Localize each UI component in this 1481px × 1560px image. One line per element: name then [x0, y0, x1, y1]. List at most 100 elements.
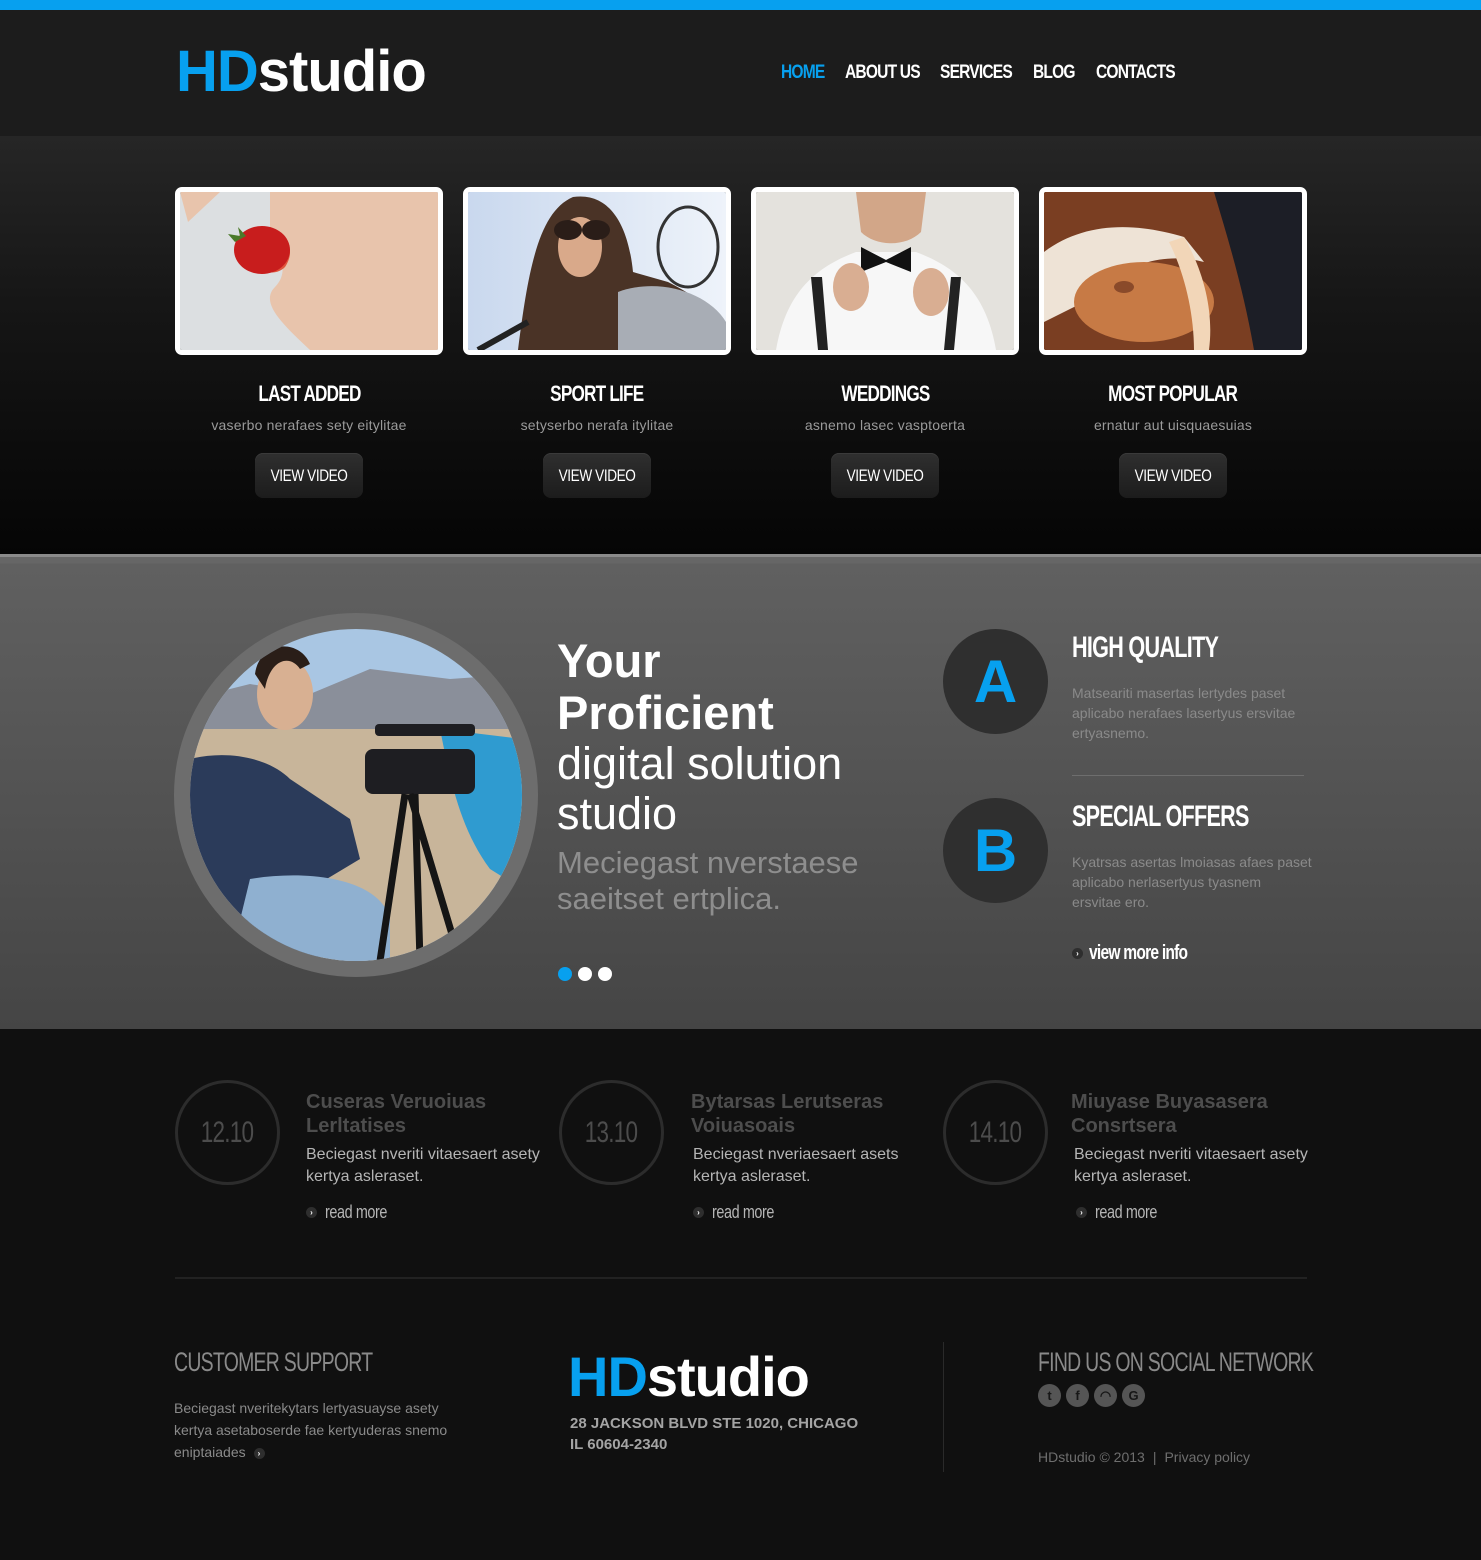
card-subtitle: vaserbo nerafaes sety eitylitae: [211, 417, 407, 433]
tennis-player-photo: [468, 192, 726, 350]
card-title: WEDDINGS: [840, 381, 930, 406]
rss-icon[interactable]: ◠: [1094, 1384, 1117, 1407]
card-title: MOST POPULAR: [1108, 381, 1239, 406]
nav-contacts[interactable]: CONTACTS: [1096, 62, 1176, 84]
sunlit-body-photo: [1044, 192, 1302, 350]
news-date: 12.10: [175, 1080, 280, 1185]
view-more-info-label: view more info: [1089, 942, 1188, 964]
chevron-right-icon: ›: [1076, 1207, 1087, 1218]
social-links: t f ◠ G: [1038, 1384, 1145, 1407]
gallery-card: WEDDINGS asnemo lasec vasptoerta VIEW VI…: [751, 187, 1019, 498]
hero-text: Your Proficient digital solution studio …: [557, 635, 917, 917]
view-video-button[interactable]: VIEW VIDEO: [831, 453, 939, 498]
news-description: Beciegast nveriaesaert asets kertya asle…: [693, 1146, 899, 1185]
card-subtitle: setyserbo nerafa itylitae: [520, 417, 674, 433]
logo-prefix: HD: [568, 1345, 648, 1408]
top-accent-bar: [0, 0, 1481, 10]
view-video-label: VIEW VIDEO: [846, 466, 924, 485]
chevron-right-icon: ›: [306, 1207, 317, 1218]
address-line-1: 28 JACKSON BLVD STE 1020, CHICAGO: [570, 1415, 859, 1432]
social-title: FIND US ON SOCIAL NETWORK: [1038, 1347, 1314, 1377]
read-more-link[interactable]: › read more: [306, 1202, 403, 1223]
view-video-button[interactable]: VIEW VIDEO: [255, 453, 363, 498]
hero-heading-line: Proficient: [557, 686, 774, 739]
customer-support-title: CUSTOMER SUPPORT: [174, 1347, 373, 1377]
nav-services[interactable]: SERVICES: [940, 62, 1013, 84]
gallery-thumbnail[interactable]: [751, 187, 1019, 355]
gallery-thumbnail[interactable]: [463, 187, 731, 355]
gallery-thumbnail[interactable]: [1039, 187, 1307, 355]
header: HDstudio HOME ABOUT US SERVICES BLOG CON…: [0, 10, 1481, 136]
footer-address: 28 JACKSON BLVD STE 1020, CHICAGO IL 606…: [570, 1413, 858, 1455]
card-title: LAST ADDED: [257, 381, 361, 406]
read-more-label: read more: [325, 1202, 388, 1222]
gallery-card: SPORT LIFE setyserbo nerafa itylitae VIE…: [463, 187, 731, 498]
view-video-label: VIEW VIDEO: [270, 466, 348, 485]
gallery-card: LAST ADDED vaserbo nerafaes sety eitylit…: [175, 187, 443, 498]
view-video-button[interactable]: VIEW VIDEO: [1119, 453, 1227, 498]
view-more-info-link[interactable]: › view more info: [1072, 942, 1215, 965]
news-date: 13.10: [559, 1080, 664, 1185]
hero-slider: Your Proficient digital solution studio …: [0, 554, 1481, 1029]
twitter-icon[interactable]: t: [1038, 1384, 1061, 1407]
nav-about-us[interactable]: ABOUT US: [845, 62, 921, 84]
news-date-text: 12.10: [201, 1116, 254, 1149]
address-line-2: IL 60604-2340: [570, 1436, 668, 1453]
read-more-link[interactable]: › read more: [693, 1202, 790, 1223]
card-title: SPORT LIFE: [550, 381, 644, 406]
news-date-text: 14.10: [969, 1116, 1022, 1149]
footer-divider: [175, 1277, 1307, 1279]
logo-suffix: studio: [257, 39, 427, 104]
logo[interactable]: HDstudio: [176, 39, 427, 104]
hero-image-frame: [174, 613, 538, 977]
news-description: Beciegast nveriti vitaesaert asety kerty…: [306, 1146, 540, 1185]
view-video-label: VIEW VIDEO: [558, 466, 636, 485]
slider-dot-1[interactable]: [558, 967, 572, 981]
feature-title: SPECIAL OFFERS: [1072, 800, 1249, 833]
hero-heading-line: Your: [557, 634, 661, 687]
chevron-right-icon: ›: [693, 1207, 704, 1218]
footer-logo[interactable]: HDstudio: [568, 1345, 810, 1408]
hero-subtext: Meciegast nverstaese saeitset ertplica.: [557, 845, 859, 916]
feature-description: Kyatrsas asertas lmoiasas afaes paset ap…: [1072, 854, 1312, 910]
gallery-thumbnail[interactable]: [175, 187, 443, 355]
hero-heading-line: digital solution: [557, 738, 843, 789]
video-gallery: LAST ADDED vaserbo nerafaes sety eitylit…: [0, 136, 1481, 554]
facebook-icon[interactable]: f: [1066, 1384, 1089, 1407]
view-video-button[interactable]: VIEW VIDEO: [543, 453, 651, 498]
feature-badge: A: [943, 629, 1048, 734]
footer-vertical-divider: [943, 1342, 944, 1472]
customer-support-body: Beciegast nveritekytars lertyasuayse ase…: [174, 1400, 448, 1460]
read-more-label: read more: [712, 1202, 775, 1222]
logo-prefix: HD: [176, 39, 259, 104]
chevron-right-icon: ›: [1072, 948, 1083, 959]
chevron-right-icon[interactable]: ›: [253, 1447, 265, 1459]
strawberry-photo: [180, 192, 438, 350]
news-description: Beciegast nveriti vitaesaert asety kerty…: [1074, 1146, 1308, 1185]
groom-bowtie-photo: [756, 192, 1014, 350]
copyright-separator: |: [1152, 1449, 1157, 1465]
news-title[interactable]: Cuseras Veruoiuas Lerltatises: [306, 1090, 546, 1138]
card-subtitle: ernatur aut uisquaesuias: [1093, 417, 1253, 433]
customer-support-text: Beciegast nveritekytars lertyasuayse ase…: [174, 1397, 474, 1463]
news-title[interactable]: Miuyase Buyasasera Consrtsera: [1071, 1090, 1311, 1138]
feature-badge: B: [943, 798, 1048, 903]
news-title[interactable]: Bytarsas Lerutseras Voiuasoais: [691, 1090, 931, 1138]
google-icon[interactable]: G: [1122, 1384, 1145, 1407]
nav-blog[interactable]: BLOG: [1033, 62, 1076, 84]
news-date-text: 13.10: [585, 1116, 638, 1149]
read-more-label: read more: [1095, 1202, 1158, 1222]
slider-dot-2[interactable]: [578, 967, 592, 981]
read-more-link[interactable]: › read more: [1076, 1202, 1173, 1223]
view-video-label: VIEW VIDEO: [1134, 466, 1212, 485]
hero-image: [190, 629, 522, 961]
copyright-bar: HDstudio © 2013 | Privacy policy: [1038, 1449, 1250, 1465]
slider-dot-3[interactable]: [598, 967, 612, 981]
cameraman-photo: [190, 629, 522, 961]
nav-home[interactable]: HOME: [781, 62, 825, 84]
privacy-policy-link[interactable]: Privacy policy: [1164, 1449, 1250, 1465]
news-date: 14.10: [943, 1080, 1048, 1185]
slider-pagination: [558, 967, 612, 981]
feature-description: Matseariti masertas lertydes paset aplic…: [1072, 685, 1296, 741]
gallery-card: MOST POPULAR ernatur aut uisquaesuias VI…: [1039, 187, 1307, 498]
